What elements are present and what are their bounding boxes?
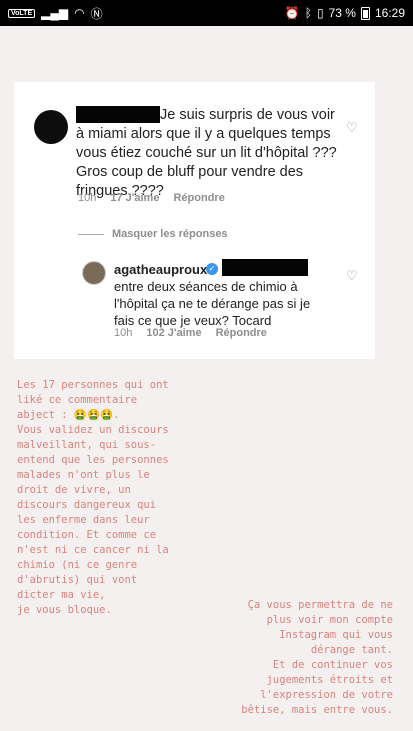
comment-age: 10h — [78, 192, 97, 204]
status-bar: VoLTE ▂▄▆ ◠ Ⓝ ⏰ ᛒ ▯ 73 % 16:29 — [0, 0, 413, 26]
battery-icon — [360, 6, 370, 20]
signal-icon: ▂▄▆ — [41, 6, 69, 20]
like-heart-icon[interactable]: ♡ — [346, 120, 358, 136]
reply-button[interactable]: Répondre — [216, 327, 267, 339]
bluetooth-icon: ᛒ — [304, 6, 312, 20]
avatar[interactable] — [34, 110, 68, 144]
reply-text: entre deux séances de chimio à l'hôpital… — [114, 279, 311, 328]
story-text-right: Ça vous permettra de ne plus voir mon co… — [241, 599, 393, 716]
reply-username[interactable]: agatheauproux — [114, 262, 207, 277]
vibrate-icon: ▯ — [317, 6, 324, 20]
volte-badge: VoLTE — [8, 8, 36, 18]
verified-badge-icon: ✓ — [206, 263, 218, 275]
nfc-icon: Ⓝ — [90, 6, 103, 21]
hide-replies-label: Masquer les réponses — [112, 228, 228, 240]
comment-screenshot-card: Je suis surpris de vous voir à miami alo… — [14, 82, 375, 359]
reply-button[interactable]: Répondre — [173, 192, 224, 204]
reply-age: 10h — [114, 327, 133, 339]
comment-text: Je suis surpris de vous voir à miami alo… — [76, 107, 337, 199]
divider — [78, 233, 104, 235]
comment-meta: 10h 17 J'aime Répondre — [78, 192, 225, 204]
redacted-mention — [222, 259, 308, 276]
hide-replies-button[interactable]: Masquer les réponses — [78, 228, 228, 240]
story-text-left: Les 17 personnes qui ont liké ce comment… — [17, 379, 169, 616]
battery-percent: 73 % — [328, 6, 356, 20]
reply-avatar[interactable] — [82, 261, 106, 285]
like-heart-icon[interactable]: ♡ — [346, 268, 358, 284]
comment-likes[interactable]: 17 J'aime — [110, 192, 159, 204]
reply-likes[interactable]: 102 J'aime — [146, 327, 201, 339]
clock: 16:29 — [374, 6, 405, 20]
reply-meta: 10h 102 J'aime Répondre — [114, 327, 267, 339]
alarm-icon: ⏰ — [284, 6, 300, 20]
wifi-icon: ◠ — [74, 6, 85, 20]
